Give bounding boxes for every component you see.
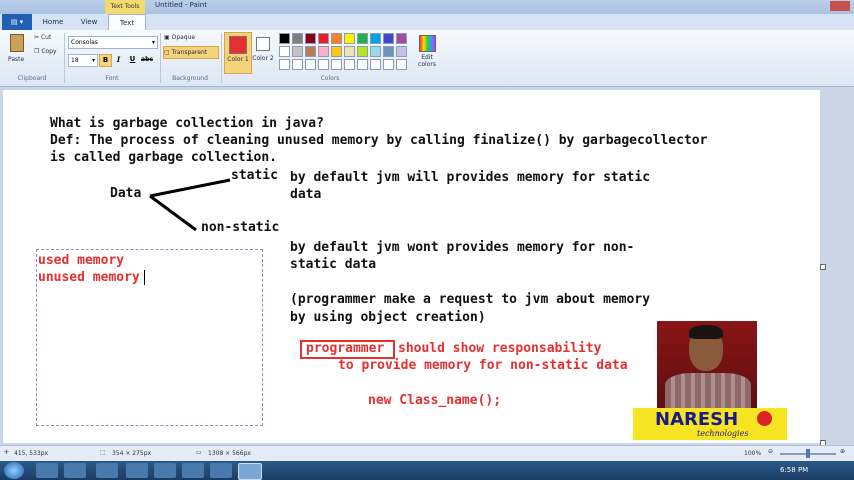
canvas-text-static-desc1: by default jvm will provides memory for … — [290, 170, 651, 185]
selection-icon: ⬚ — [100, 449, 106, 456]
canvas-text-programmer-note2: by using object creation) — [290, 310, 486, 325]
canvas-text-nonstatic: non-static — [201, 220, 280, 235]
text-cursor — [144, 270, 145, 285]
canvas-text-provide: to provide memory for non-static data — [338, 358, 628, 373]
explorer-taskbar-icon[interactable] — [36, 463, 58, 478]
zoom-out-button[interactable]: ⊖ — [768, 448, 773, 455]
zoom-in-button[interactable]: ⊕ — [840, 448, 845, 455]
naresh-logo: NARESH technologies — [633, 408, 787, 440]
selection-size: 354 × 275px — [112, 450, 152, 457]
canvas-text-programmer: programmer — [306, 341, 385, 356]
canvas-text-programmer-note1: (programmer make a request to jvm about … — [290, 292, 651, 307]
image-size: 1308 × 566px — [208, 450, 251, 457]
recorder-taskbar-icon[interactable] — [210, 463, 232, 478]
logo-sub: technologies — [697, 429, 749, 438]
zoom-level: 100% — [744, 450, 762, 457]
chrome-taskbar-icon[interactable] — [154, 463, 176, 478]
paint-taskbar-icon[interactable] — [238, 463, 262, 480]
canvas-text-static: static — [231, 168, 278, 183]
start-button[interactable] — [4, 462, 24, 479]
status-bar: ✛ 415, 533px ⬚ 354 × 275px ▭ 1308 × 566p… — [0, 445, 854, 462]
canvas-text-used-memory: used memory — [38, 253, 125, 268]
canvas-text-new-class: new Class_name(); — [368, 393, 502, 408]
tray-icons[interactable] — [700, 465, 770, 476]
canvas-text-unused-memory: unused memory — [38, 270, 140, 285]
system-clock: 6:58 PM — [780, 466, 809, 474]
firefox-taskbar-icon[interactable] — [126, 463, 148, 478]
canvas-text-nonstatic-desc2: static data — [290, 257, 377, 272]
zoom-slider-thumb[interactable] — [806, 449, 810, 458]
logo-brand: NARESH — [655, 409, 739, 430]
app-taskbar-icon[interactable] — [182, 463, 204, 478]
canvas-text-should: should show responsability — [398, 341, 602, 356]
cursor-position-icon: ✛ — [4, 449, 10, 456]
cursor-position: 415, 533px — [14, 450, 49, 457]
presenter-video — [657, 321, 757, 409]
media-taskbar-icon[interactable] — [64, 463, 86, 478]
taskbar: 6:58 PM — [0, 461, 854, 480]
image-size-icon: ▭ — [196, 449, 202, 456]
terminal-taskbar-icon[interactable] — [96, 463, 118, 478]
canvas-text-nonstatic-desc1: by default jvm wont provides memory for … — [290, 240, 635, 255]
logo-i-icon — [757, 411, 772, 426]
canvas-text-static-desc2: data — [290, 187, 322, 202]
